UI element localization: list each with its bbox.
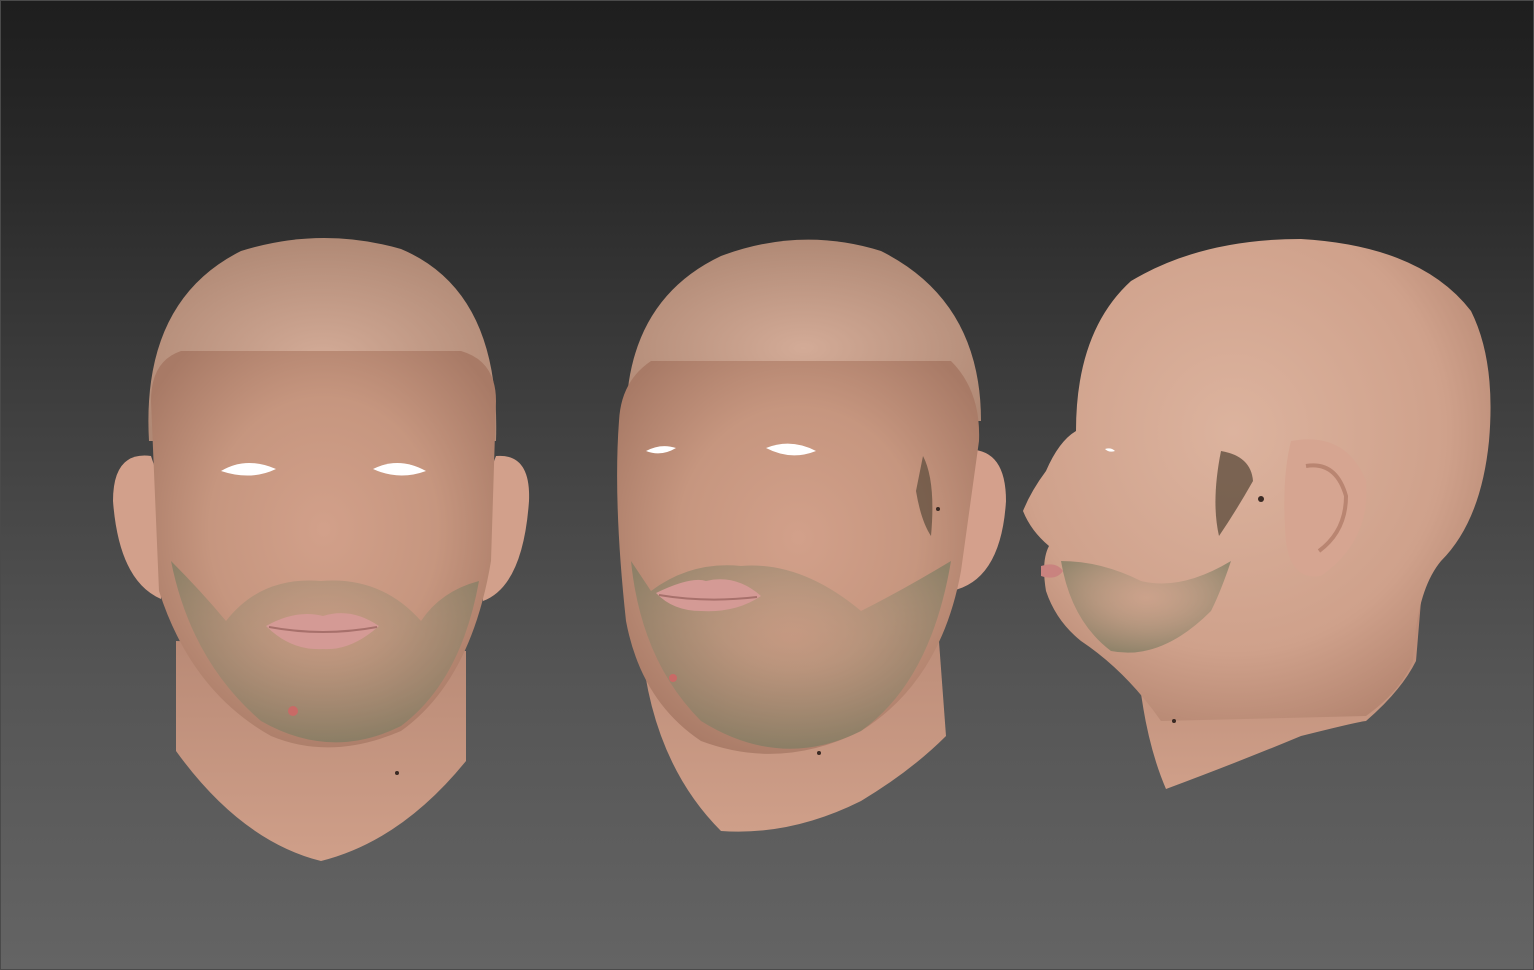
head-model-front[interactable] xyxy=(113,237,530,861)
viewport-canvas[interactable] xyxy=(1,1,1534,970)
head-model-profile[interactable] xyxy=(1023,239,1491,789)
head-model-three-quarter[interactable] xyxy=(617,239,1006,832)
3d-viewport[interactable] xyxy=(0,0,1534,970)
